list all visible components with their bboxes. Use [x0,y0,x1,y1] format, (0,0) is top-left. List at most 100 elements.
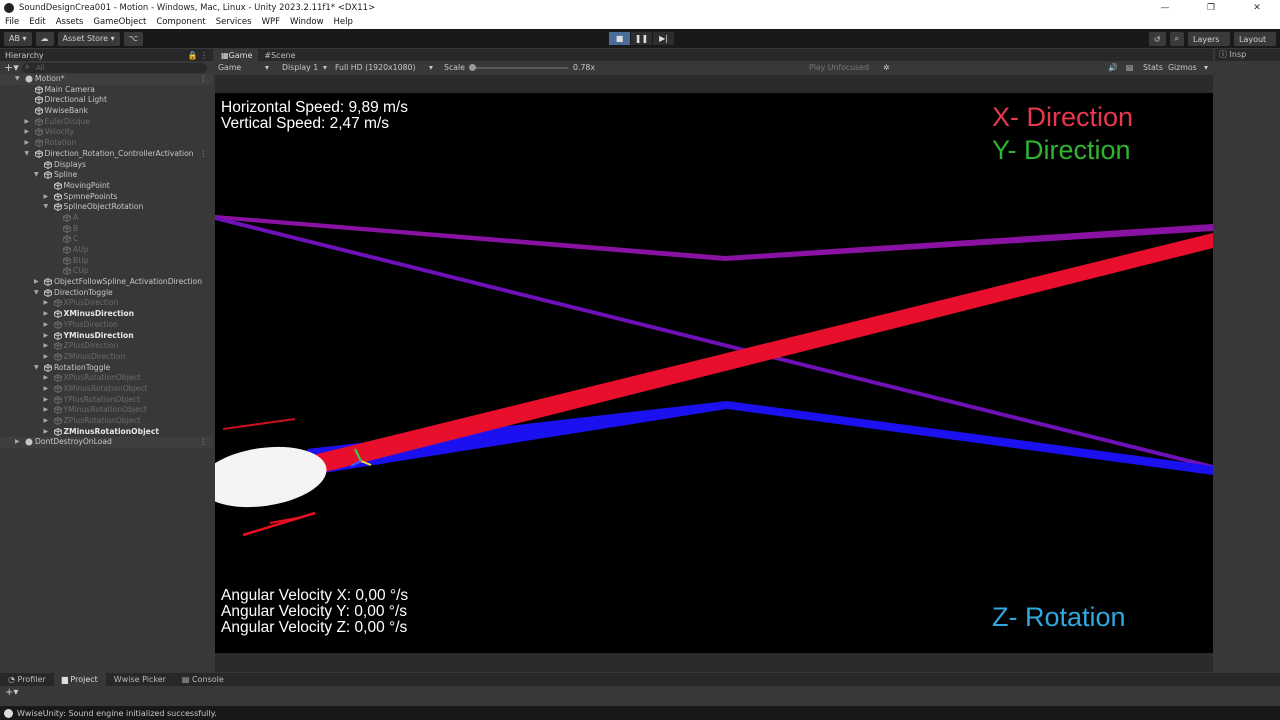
hierarchy-item[interactable]: ▼ RotationToggle [0,363,213,374]
hierarchy-item[interactable]: ▶ Velocity [0,127,213,138]
pause-button[interactable]: ❚❚ [631,32,652,45]
hierarchy-item[interactable]: ▶ XMinusRotationObject [0,384,213,395]
expand-arrow-right-icon[interactable]: ▶ [15,437,23,448]
menu-wpf[interactable]: WPF [257,17,285,27]
hierarchy-item[interactable]: ▼ Spline [0,170,213,181]
expand-arrow-right-icon[interactable]: ▶ [44,373,52,384]
hierarchy-item[interactable]: WwiseBank [0,106,213,117]
project-add-icon[interactable]: +▾ [5,687,18,698]
expand-arrow-right-icon[interactable]: ▶ [25,127,33,138]
layout-dropdown[interactable]: Layout [1234,32,1276,46]
resolution-dropdown[interactable]: Full HD (1920x1080) [335,63,416,72]
inspector-tab[interactable]: ⓘ Insp [1215,49,1280,61]
tab-profiler[interactable]: ◔ Profiler [0,673,54,686]
expand-arrow-right-icon[interactable]: ▶ [44,384,52,395]
expand-arrow-right-icon[interactable]: ▶ [44,416,52,427]
expand-arrow-right-icon[interactable]: ▶ [44,309,52,320]
hierarchy-tab-menu-icon[interactable]: 🔒 ⋮ [187,51,208,60]
asset-store-button[interactable]: Asset Store ▾ [57,31,120,46]
menu-assets[interactable]: Assets [51,17,89,27]
hierarchy-item[interactable]: ▶ YPlusRotationObject [0,395,213,406]
hierarchy-item[interactable]: CUp [0,266,213,277]
hierarchy-item[interactable]: ▼ Direction_Rotation_ControllerActivation… [0,149,213,160]
tab-console[interactable]: ▤ Console [174,673,232,686]
scale-slider[interactable] [470,67,568,69]
cloud-button[interactable]: ☁ [35,31,54,46]
tab-wwise-picker[interactable]: Wwise Picker [106,673,174,686]
menu-component[interactable]: Component [151,17,210,27]
hierarchy-item[interactable]: ▶ XPlusRotationObject [0,373,213,384]
hierarchy-item[interactable]: ▶ DontDestroyOnLoad ⋮ [0,437,213,449]
menu-window[interactable]: Window [285,17,329,27]
expand-arrow-down-icon[interactable]: ▼ [34,170,42,181]
layers-dropdown[interactable]: Layers [1188,32,1230,46]
hierarchy-item[interactable]: Directional Light [0,95,213,106]
close-button[interactable]: ✕ [1234,0,1280,15]
expand-arrow-down-icon[interactable]: ▼ [34,288,42,299]
hierarchy-item[interactable]: ▶ ZMinusDirection [0,352,213,363]
hierarchy-item[interactable]: ▶ YPlusDirection [0,320,213,331]
hierarchy-item[interactable]: ▼ SplineObjectRotation [0,202,213,213]
expand-arrow-right-icon[interactable]: ▶ [44,331,52,342]
expand-arrow-down-icon[interactable]: ▼ [44,202,52,213]
search-button[interactable]: ⌕ [1169,32,1184,46]
expand-arrow-right-icon[interactable]: ▶ [44,320,52,331]
hierarchy-tab[interactable]: Hierarchy 🔒 ⋮ [0,49,213,61]
display-dropdown[interactable]: Display 1 [282,63,318,72]
tab-game[interactable]: ▦ Game [215,49,259,61]
bug-icon[interactable]: ✲ [883,63,890,72]
hierarchy-item[interactable]: ▶ YMinusDirection [0,331,213,342]
more-options-icon[interactable]: ⋮ [199,74,207,85]
expand-arrow-right-icon[interactable]: ▶ [44,395,52,406]
audio-icon[interactable]: 🔊 [1108,63,1118,72]
hierarchy-item[interactable]: Displays [0,160,213,171]
menu-services[interactable]: Services [211,17,257,27]
expand-arrow-right-icon[interactable]: ▶ [25,138,33,149]
hierarchy-item[interactable]: C [0,234,213,245]
hierarchy-item[interactable]: ▶ XMinusDirection [0,309,213,320]
hierarchy-item[interactable]: B [0,224,213,235]
stats-button[interactable]: Stats [1143,63,1163,72]
expand-arrow-right-icon[interactable]: ▶ [44,298,52,309]
hierarchy-item[interactable]: ▶ ZPlusDirection [0,341,213,352]
expand-arrow-right-icon[interactable]: ▶ [44,341,52,352]
menu-help[interactable]: Help [329,17,358,27]
expand-arrow-right-icon[interactable]: ▶ [34,277,42,288]
hierarchy-item[interactable]: ▼ Motion* ⋮ [0,74,213,85]
tab-scene[interactable]: # Scene [258,49,301,61]
hierarchy-item[interactable]: ▶ ZPlusRotationObject [0,416,213,427]
hierarchy-item[interactable]: Main Camera [0,85,213,96]
status-message[interactable]: WwiseUnity: Sound engine initialized suc… [17,709,217,718]
hierarchy-search-input[interactable]: All [22,62,207,73]
scale-slider-knob[interactable] [469,64,476,71]
more-options-icon[interactable]: ⋮ [199,437,207,448]
menu-gameobject[interactable]: GameObject [88,17,151,27]
expand-arrow-down-icon[interactable]: ▼ [34,363,42,374]
step-button[interactable]: ▶| [653,32,674,45]
menu-edit[interactable]: Edit [24,17,50,27]
tab-project[interactable]: ▆ Project [53,673,106,686]
hierarchy-item[interactable]: ▶ Rotation [0,138,213,149]
expand-arrow-down-icon[interactable]: ▼ [25,149,33,160]
more-options-icon[interactable]: ⋮ [199,149,207,160]
hierarchy-item[interactable]: ▶ YMinusRotationObject [0,405,213,416]
expand-arrow-right-icon[interactable]: ▶ [44,192,52,203]
game-mode-dropdown[interactable]: Game [218,63,241,72]
expand-arrow-right-icon[interactable]: ▶ [44,405,52,416]
menu-file[interactable]: File [0,17,24,27]
hierarchy-item[interactable]: ▶ EulerDisque [0,117,213,128]
hierarchy-item[interactable]: ▶ SpmnePooints [0,192,213,203]
expand-arrow-right-icon[interactable]: ▶ [44,352,52,363]
expand-arrow-right-icon[interactable]: ▶ [44,427,52,438]
account-button[interactable]: AB ▾ [4,31,32,46]
hierarchy-item[interactable]: BUp [0,256,213,267]
hierarchy-item[interactable]: AUp [0,245,213,256]
history-button[interactable]: ↺ [1148,32,1166,46]
hierarchy-item[interactable]: MovingPoint [0,181,213,192]
hierarchy-item[interactable]: ▶ XPlusDirection [0,298,213,309]
play-button[interactable]: ■ [609,32,630,45]
maximize-button[interactable]: ❐ [1188,0,1234,15]
hierarchy-item[interactable]: A [0,213,213,224]
add-object-icon[interactable]: +▾ [4,61,22,74]
play-focus-dropdown[interactable]: Play Unfocused [809,63,869,72]
